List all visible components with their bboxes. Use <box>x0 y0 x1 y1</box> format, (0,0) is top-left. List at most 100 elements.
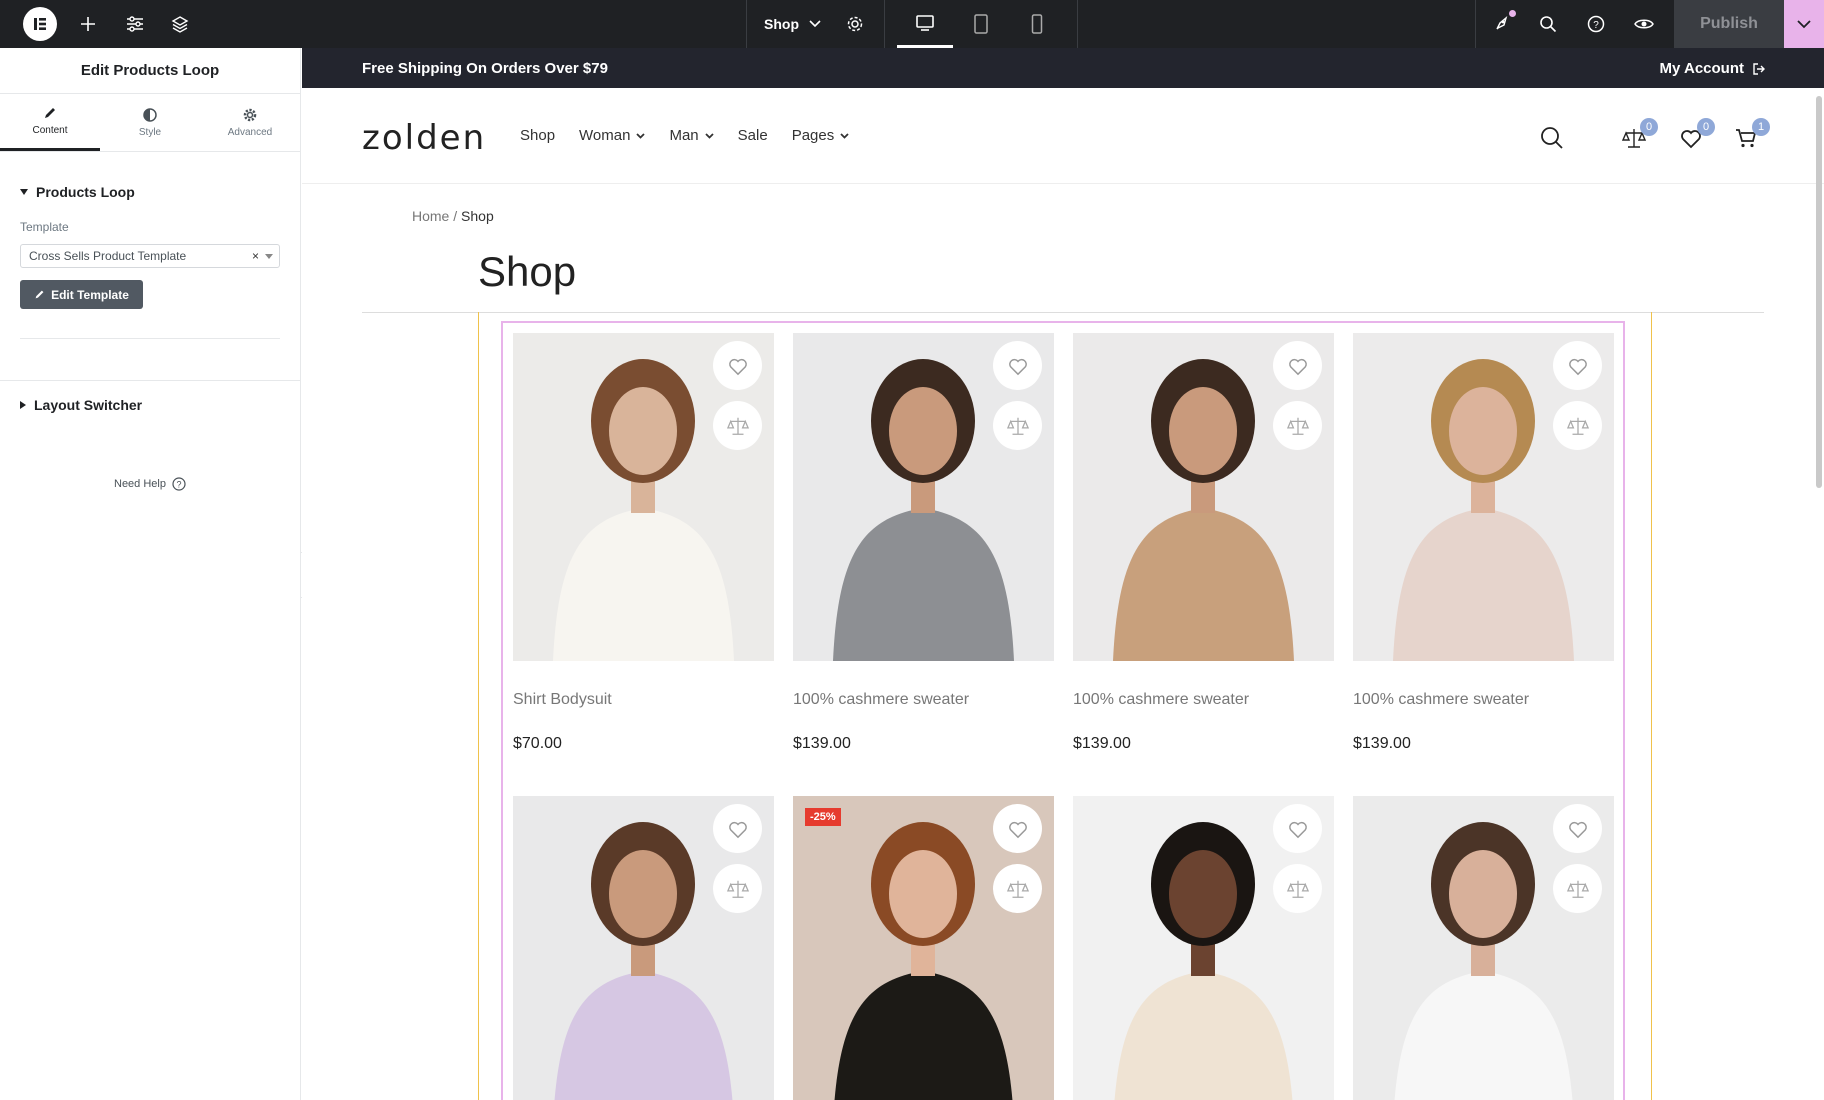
add-to-compare-scale-icon[interactable] <box>713 864 762 913</box>
page-selector[interactable]: Shop <box>764 0 821 48</box>
add-to-wishlist-heart-icon[interactable] <box>1273 341 1322 390</box>
add-to-compare-scale-icon[interactable] <box>993 401 1042 450</box>
product-card[interactable]: Shirt Bodysuit $70.00 <box>513 333 774 753</box>
product-image[interactable] <box>1073 333 1334 661</box>
chevron-down-icon <box>705 132 714 139</box>
add-to-compare-scale-icon[interactable] <box>1553 401 1602 450</box>
breadcrumb-home[interactable]: Home <box>412 208 449 224</box>
product-card[interactable] <box>1073 796 1334 1100</box>
nav-item-shop[interactable]: Shop <box>520 127 555 144</box>
product-image[interactable] <box>1353 333 1614 661</box>
add-to-compare-scale-icon[interactable] <box>993 864 1042 913</box>
my-account-label: My Account <box>1659 60 1744 77</box>
page-settings-gear-icon[interactable] <box>843 12 867 36</box>
template-select[interactable]: Cross Sells Product Template × <box>20 244 280 268</box>
product-name[interactable]: 100% cashmere sweater <box>793 691 1054 709</box>
cart-icon[interactable]: 1 <box>1734 118 1770 152</box>
add-to-wishlist-heart-icon[interactable] <box>1553 341 1602 390</box>
tab-content-label: Content <box>32 125 68 136</box>
whats-new-rocket-icon[interactable] <box>1490 10 1516 36</box>
elementor-logo-icon[interactable] <box>23 7 57 41</box>
product-image[interactable] <box>1353 796 1614 1100</box>
add-to-compare-scale-icon[interactable] <box>1553 864 1602 913</box>
product-card[interactable] <box>513 796 774 1100</box>
template-select-value: Cross Sells Product Template <box>29 249 187 263</box>
product-card[interactable]: 100% cashmere sweater $139.00 <box>793 333 1054 753</box>
chevron-down-icon <box>636 132 646 139</box>
add-element-icon[interactable] <box>76 12 100 36</box>
product-name[interactable]: 100% cashmere sweater <box>1073 691 1334 709</box>
nav-item-man[interactable]: Man <box>669 127 714 144</box>
desktop-view-icon[interactable] <box>897 0 953 48</box>
product-name[interactable]: Shirt Bodysuit <box>513 691 774 709</box>
add-to-compare-scale-icon[interactable] <box>713 401 762 450</box>
wishlist-count-badge: 0 <box>1697 118 1715 136</box>
wishlist-heart-icon[interactable]: 0 <box>1679 118 1715 152</box>
tab-style[interactable]: Style <box>100 94 200 151</box>
header-search-icon[interactable] <box>1540 126 1566 152</box>
editor-topbar: Shop ? Publish <box>0 0 1824 48</box>
tablet-view-icon[interactable] <box>953 0 1009 48</box>
product-price: $139.00 <box>1073 735 1131 752</box>
nav-item-pages[interactable]: Pages <box>792 127 850 144</box>
nav-item-woman[interactable]: Woman <box>579 127 646 144</box>
product-card[interactable]: 100% cashmere sweater $139.00 <box>1353 333 1614 753</box>
layers-icon[interactable] <box>168 12 192 36</box>
template-label: Template <box>20 220 69 234</box>
tab-advanced[interactable]: Advanced <box>200 94 300 151</box>
edit-template-button[interactable]: Edit Template <box>20 280 143 309</box>
half-circle-icon <box>143 107 157 122</box>
product-card[interactable] <box>1353 796 1614 1100</box>
promo-bar: Free Shipping On Orders Over $79 My Acco… <box>302 48 1824 88</box>
add-to-wishlist-heart-icon[interactable] <box>1553 804 1602 853</box>
nav-item-label: Sale <box>737 127 768 144</box>
edit-template-label: Edit Template <box>51 287 129 302</box>
add-to-wishlist-heart-icon[interactable] <box>713 804 762 853</box>
section-products-loop[interactable]: Products Loop <box>0 184 300 200</box>
publish-options-button[interactable] <box>1784 0 1824 48</box>
need-help-link[interactable]: Need Help ? <box>0 477 300 491</box>
cart-count-badge: 1 <box>1752 118 1770 136</box>
publish-button[interactable]: Publish <box>1674 0 1784 48</box>
breadcrumb-current: Shop <box>461 208 494 224</box>
add-to-wishlist-heart-icon[interactable] <box>1273 804 1322 853</box>
product-card[interactable]: -25% <box>793 796 1054 1100</box>
editor-panel: Edit Products Loop Content Style Advance… <box>0 48 301 1100</box>
product-card[interactable]: 100% cashmere sweater $139.00 <box>1073 333 1334 753</box>
promo-text: Free Shipping On Orders Over $79 <box>362 60 608 77</box>
add-to-wishlist-heart-icon[interactable] <box>713 341 762 390</box>
page-title: Shop <box>478 248 577 295</box>
add-to-wishlist-heart-icon[interactable] <box>993 341 1042 390</box>
compare-scale-icon[interactable]: 0 <box>1622 118 1658 152</box>
add-to-compare-scale-icon[interactable] <box>1273 864 1322 913</box>
chevron-down-icon <box>809 20 821 28</box>
product-image[interactable] <box>513 333 774 661</box>
add-to-compare-scale-icon[interactable] <box>1273 401 1322 450</box>
product-image[interactable] <box>513 796 774 1100</box>
chevron-down-icon <box>1797 19 1811 28</box>
product-price: $70.00 <box>513 735 562 752</box>
mobile-view-icon[interactable] <box>1009 0 1065 48</box>
site-logo[interactable]: zolden <box>362 118 486 158</box>
product-image[interactable]: -25% <box>793 796 1054 1100</box>
product-name[interactable]: 100% cashmere sweater <box>1353 691 1614 709</box>
chevron-down-icon <box>840 132 849 139</box>
add-to-wishlist-heart-icon[interactable] <box>993 804 1042 853</box>
section-layout-switcher[interactable]: Layout Switcher <box>0 397 300 413</box>
my-account-link[interactable]: My Account <box>1660 60 1766 77</box>
site-settings-sliders-icon[interactable] <box>123 12 147 36</box>
product-image[interactable] <box>793 333 1054 661</box>
pencil-icon <box>35 290 44 299</box>
help-icon[interactable]: ? <box>1584 12 1608 36</box>
section-products-loop-label: Products Loop <box>36 184 135 200</box>
caret-right-icon <box>20 401 26 409</box>
preview-eye-icon[interactable] <box>1632 12 1656 36</box>
canvas-scrollbar[interactable] <box>1816 96 1822 488</box>
search-icon[interactable] <box>1536 12 1560 36</box>
nav-item-sale[interactable]: Sale <box>738 127 768 144</box>
main-nav: Shop Woman Man Sale Pages <box>520 127 849 144</box>
product-image[interactable] <box>1073 796 1334 1100</box>
site-header: zolden Shop Woman Man Sale Pages 0 0 1 <box>302 88 1824 184</box>
clear-icon[interactable]: × <box>252 249 259 263</box>
tab-content[interactable]: Content <box>0 94 100 151</box>
